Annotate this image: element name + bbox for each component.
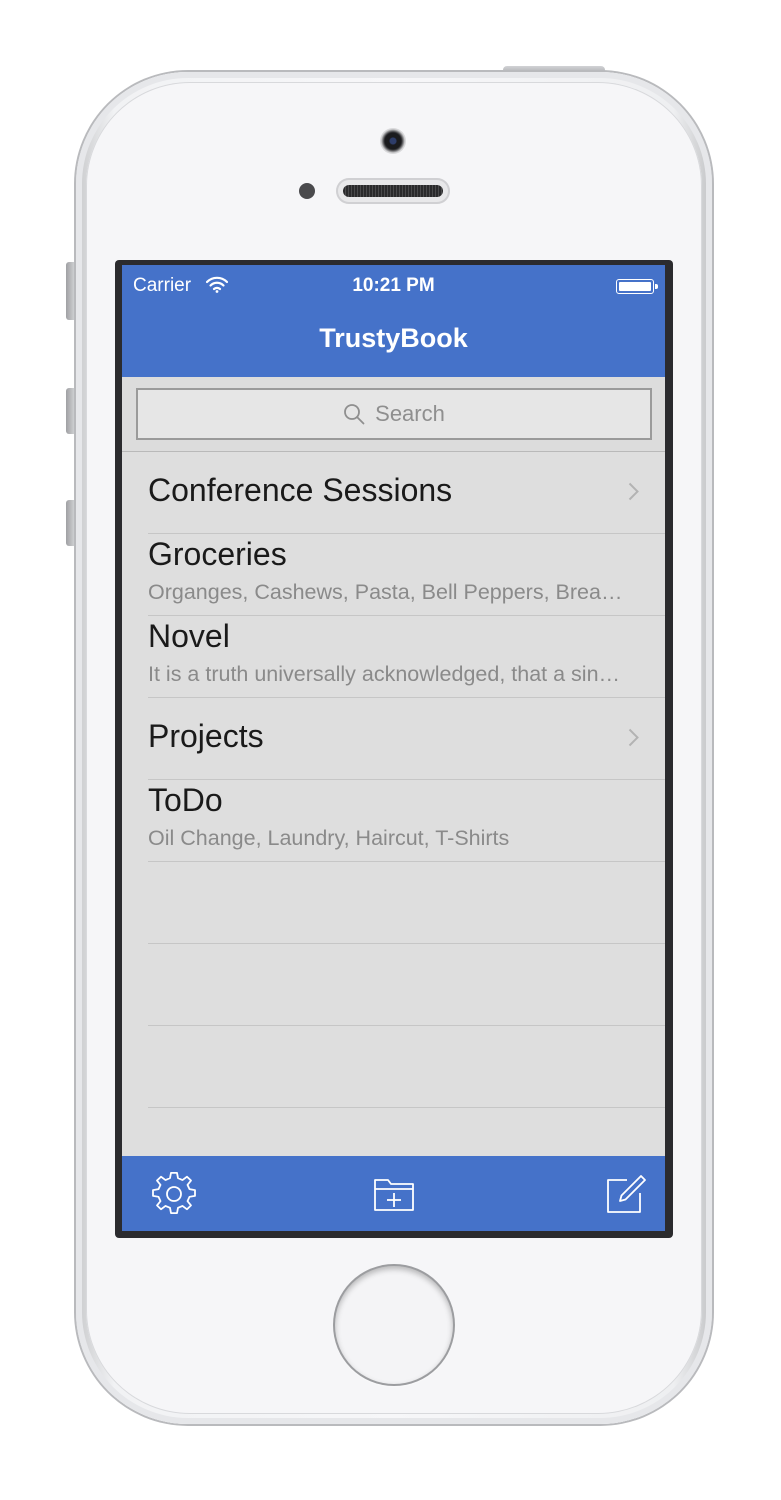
status-time: 10:21 PM	[352, 275, 435, 296]
list-item-title: Groceries	[148, 536, 287, 572]
list-item-subtitle: It is a truth universally acknowledged, …	[148, 662, 632, 686]
new-folder-button[interactable]	[371, 1171, 417, 1217]
settings-button[interactable]	[151, 1171, 197, 1217]
battery-icon	[616, 279, 658, 294]
list-item-subtitle: Organges, Cashews, Pasta, Bell Peppers, …	[148, 580, 632, 604]
mute-switch	[66, 262, 76, 320]
list-item-conference-sessions[interactable]: Conference Sessions	[148, 452, 665, 534]
notebook-list: Conference Sessions Groceries Organges, …	[122, 452, 665, 1108]
app-screen: Carrier 10:21 PM TrustyBook Search Confe…	[122, 265, 665, 1231]
chevron-right-icon	[628, 728, 639, 747]
proximity-sensor	[299, 183, 315, 199]
list-item-groceries[interactable]: Groceries Organges, Cashews, Pasta, Bell…	[148, 534, 665, 616]
list-item-title: Conference Sessions	[148, 472, 453, 508]
status-bar: Carrier 10:21 PM	[122, 265, 665, 305]
compose-button[interactable]	[602, 1171, 648, 1217]
list-item-title: Projects	[148, 718, 264, 754]
chevron-right-icon	[628, 482, 639, 501]
list-item-title: Novel	[148, 618, 230, 654]
new-folder-icon	[374, 1179, 414, 1211]
navigation-bar: Carrier 10:21 PM TrustyBook	[122, 265, 665, 377]
gear-icon	[152, 1172, 196, 1214]
list-item-todo[interactable]: ToDo Oil Change, Laundry, Haircut, T-Shi…	[148, 780, 665, 862]
search-placeholder: Search	[375, 401, 445, 426]
empty-row	[148, 1026, 665, 1108]
list-item-projects[interactable]: Projects	[148, 698, 665, 780]
page-title: TrustyBook	[319, 323, 468, 353]
empty-row	[148, 862, 665, 944]
search-icon	[344, 404, 365, 425]
list-item-subtitle: Oil Change, Laundry, Haircut, T-Shirts	[148, 826, 510, 850]
volume-up-button	[66, 388, 76, 434]
search-input[interactable]: Search	[136, 388, 652, 440]
volume-down-button	[66, 500, 76, 546]
earpiece-speaker	[336, 178, 450, 204]
list-item-novel[interactable]: Novel It is a truth universally acknowle…	[148, 616, 665, 698]
list-item-title: ToDo	[148, 782, 223, 818]
bottom-toolbar	[122, 1156, 665, 1231]
home-button	[335, 1266, 453, 1384]
search-bar: Search	[122, 377, 665, 452]
compose-icon	[607, 1175, 646, 1213]
empty-row	[148, 944, 665, 1026]
front-camera	[380, 128, 406, 154]
